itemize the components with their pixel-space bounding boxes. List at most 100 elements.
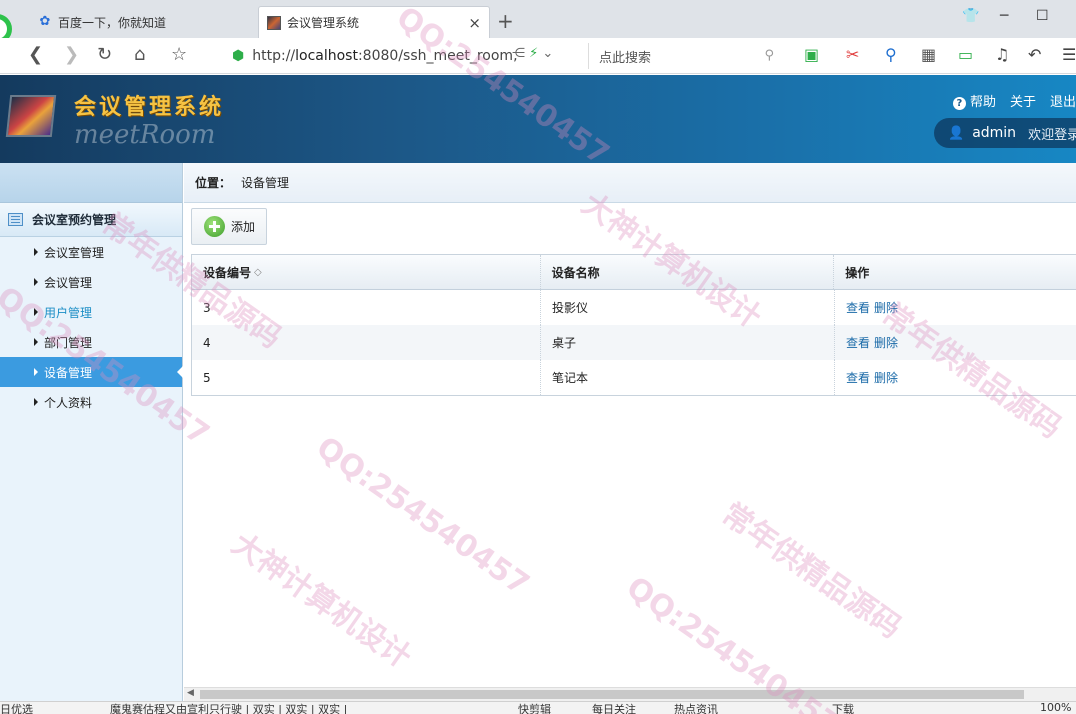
url-prefix: http:// (252, 48, 296, 64)
search-icon[interactable]: ⚲ (764, 48, 774, 63)
logout-link[interactable]: 退出 (1050, 91, 1076, 110)
reload-icon[interactable]: ↻ (97, 45, 112, 65)
delete-link[interactable]: 删除 (874, 299, 898, 316)
about-link[interactable]: 关于 (1010, 91, 1036, 110)
url-rest: :8080/ssh_meet_room, (357, 48, 518, 64)
sidebar-item-profile[interactable]: 个人资料 (0, 387, 182, 417)
close-tab-icon[interactable]: × (468, 14, 481, 32)
browser-navbar: ❮ ❯ ↻ ⌂ ☆ ⬢ http://localhost:8080/ssh_me… (0, 38, 1076, 74)
battery-icon[interactable]: ▭ (958, 46, 973, 64)
column-header-actions: 操作 (834, 255, 1076, 289)
view-link[interactable]: 查看 (846, 369, 870, 386)
table-row[interactable]: 3 投影仪 查看 删除 (192, 290, 1076, 325)
help-icon: ? (952, 97, 966, 110)
scroll-left-icon[interactable]: ◀ (187, 688, 194, 698)
column-header-id[interactable]: 设备编号 ◇ (192, 255, 541, 289)
sidebar-item-department[interactable]: 部门管理 (0, 327, 182, 357)
shield-icon: ⬢ (232, 48, 245, 64)
sort-icon[interactable]: ◇ (254, 267, 262, 278)
breadcrumb-key: 位置： (195, 176, 232, 190)
table-row[interactable]: 4 桌子 查看 删除 (192, 325, 1076, 360)
home-icon[interactable]: ⌂ (134, 45, 145, 65)
table-header: 设备编号 ◇ 设备名称 操作 (192, 255, 1076, 290)
cell-id: 4 (192, 325, 541, 360)
undo-icon[interactable]: ↶ (1028, 46, 1041, 64)
list-icon (8, 213, 23, 226)
column-label: 操作 (845, 265, 870, 280)
username: admin (972, 125, 1017, 141)
main-content: 位置： 设备管理 添加 设备编号 ◇ 设备名称 操作 3 投影仪 查看 删除 4 桌… (184, 163, 1076, 690)
table-row[interactable]: 5 笔记本 查看 删除 (192, 360, 1076, 395)
user-badge: 👤 admin 欢迎登录 (934, 118, 1076, 148)
browser-tabstrip: ✿ 百度一下，你就知道 会议管理系统 × + 👕 ─ ☐ (0, 0, 1076, 44)
app-title: 会议管理系统 (74, 95, 225, 120)
cell-name: 桌子 (541, 325, 835, 360)
tab-label: 百度一下，你就知道 (58, 15, 167, 30)
app-logo-icon (5, 95, 57, 137)
caret-right-icon (34, 278, 38, 286)
sidebar-item-label: 个人资料 (44, 395, 93, 410)
sidebar-item-label: 设备管理 (44, 365, 93, 380)
sidebar: 会议室预约管理 会议室管理 会议管理 用户管理 部门管理 设备管理 个人资料 (0, 163, 183, 714)
sidebar-item-label: 会议管理 (44, 275, 93, 290)
tab-label: 会议管理系统 (287, 16, 360, 30)
search-input[interactable]: 点此搜索 ⚲ (588, 43, 780, 69)
lightning-icon[interactable]: ⚡ (529, 46, 538, 61)
apps-grid-icon[interactable]: ▦ (921, 46, 936, 64)
breadcrumb-value: 设备管理 (241, 176, 290, 190)
scissors-icon[interactable]: ✂ (846, 46, 859, 64)
add-button[interactable]: 添加 (191, 208, 267, 245)
sidebar-item-users[interactable]: 用户管理 (0, 297, 182, 327)
help-link[interactable]: ? 帮助 (952, 91, 996, 110)
column-header-name: 设备名称 (541, 255, 835, 289)
star-icon[interactable]: ☆ (171, 45, 187, 65)
magnifier-extension-icon[interactable]: ⚲ (885, 46, 897, 64)
browser-tab-baidu[interactable]: ✿ 百度一下，你就知道 (30, 6, 254, 38)
status-hot[interactable]: 热点资讯 (674, 702, 718, 714)
cell-name: 投影仪 (541, 290, 835, 325)
maximize-icon[interactable]: ☐ (1036, 8, 1049, 24)
column-label: 设备名称 (551, 265, 600, 280)
status-download[interactable]: 下载 (832, 702, 854, 714)
header-links: ? 帮助 关于 退出 (952, 91, 1076, 110)
app-header: 会议管理系统 meetRoom ? 帮助 关于 退出 👤 admin 欢迎登录 (0, 75, 1076, 163)
sidebar-item-label: 部门管理 (44, 335, 93, 350)
cell-actions: 查看 删除 (834, 360, 1076, 395)
new-tab-button[interactable]: + (497, 9, 514, 33)
plus-icon (204, 216, 225, 237)
status-left[interactable]: 日优选 (0, 702, 33, 714)
horizontal-scrollbar[interactable]: ◀ (184, 687, 1076, 701)
share-icon[interactable]: ⋲ ⚡ ⌄ (512, 46, 553, 61)
headphones-icon[interactable]: ♫ (995, 46, 1009, 64)
status-clip[interactable]: 快剪辑 (518, 702, 551, 714)
browser-statusbar: 日优选 魔鬼赛估程又由宣利只行驶 | 双实 | 双实 | 双实 | 快剪辑 每日… (0, 701, 1076, 714)
minimize-icon[interactable]: ─ (1000, 8, 1008, 24)
view-link[interactable]: 查看 (846, 299, 870, 316)
delete-link[interactable]: 删除 (874, 369, 898, 386)
welcome-text: 欢迎登录 (1028, 127, 1076, 143)
add-label: 添加 (231, 220, 256, 234)
sidebar-item-equipment[interactable]: 设备管理 (0, 357, 183, 387)
status-zoom[interactable]: 100% (1040, 702, 1071, 714)
scrollbar-thumb[interactable] (200, 690, 1024, 699)
caret-right-icon (34, 338, 38, 346)
cell-id: 5 (192, 360, 541, 395)
sidebar-item-meeting[interactable]: 会议管理 (0, 267, 182, 297)
view-link[interactable]: 查看 (846, 334, 870, 351)
equipment-table: 设备编号 ◇ 设备名称 操作 3 投影仪 查看 删除 4 桌子 查看 删除 5 笔记本… (191, 254, 1076, 396)
translate-extension-icon[interactable]: ▣ (804, 46, 819, 64)
sidebar-group-header[interactable]: 会议室预约管理 (0, 203, 182, 237)
menu-icon[interactable]: ☰ (1062, 46, 1076, 64)
help-label: 帮助 (969, 95, 996, 110)
back-icon[interactable]: ❮ (28, 45, 43, 65)
cell-actions: 查看 删除 (834, 325, 1076, 360)
forward-icon[interactable]: ❯ (64, 45, 79, 65)
browser-tab-meeting[interactable]: 会议管理系统 × (258, 6, 490, 38)
user-icon: 👤 (948, 125, 965, 141)
delete-link[interactable]: 删除 (874, 334, 898, 351)
sidebar-item-meeting-room[interactable]: 会议室管理 (0, 237, 182, 267)
shirt-skin-icon[interactable]: 👕 (962, 8, 979, 24)
status-news[interactable]: 魔鬼赛估程又由宣利只行驶 | 双实 | 双实 | 双实 | (110, 702, 347, 714)
caret-right-icon (34, 248, 38, 256)
status-follow[interactable]: 每日关注 (592, 702, 636, 714)
